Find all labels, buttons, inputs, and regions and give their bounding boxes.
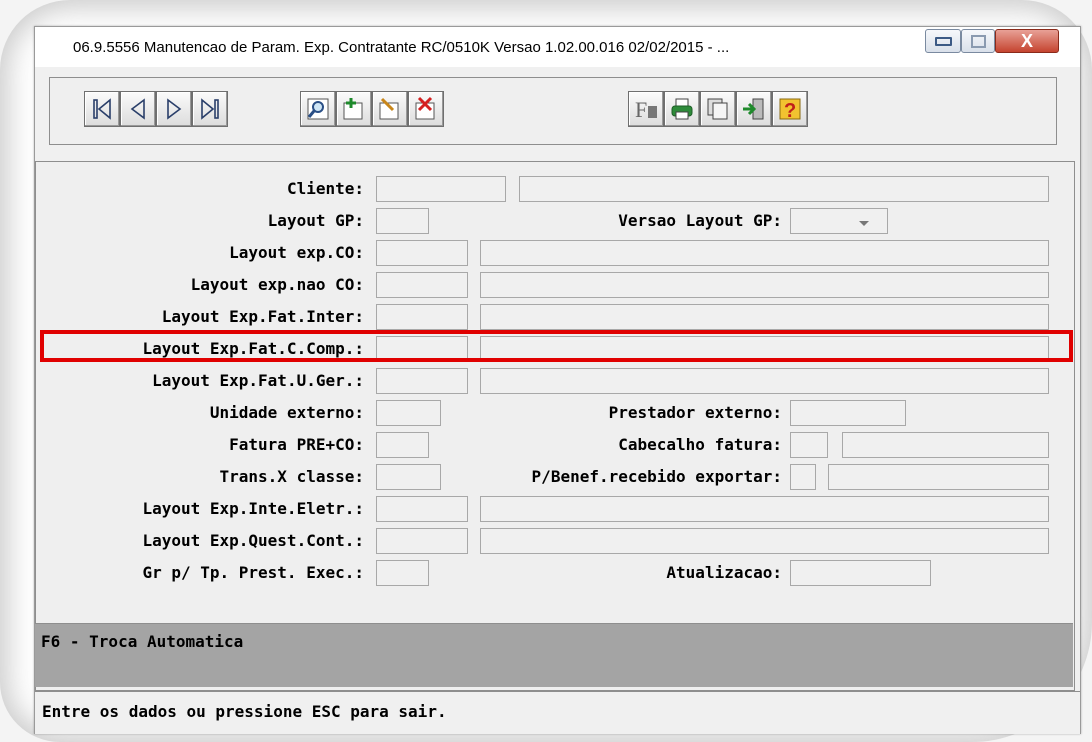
svg-text:?: ? xyxy=(784,100,796,122)
toolbar: F ? xyxy=(49,77,1057,145)
copy-button[interactable] xyxy=(700,91,736,127)
cabecalho-fatura-label: Cabecalho fatura: xyxy=(618,435,782,454)
layout-gp-label: Layout GP: xyxy=(267,211,364,230)
parameters-form: Cliente: Layout GP: Versao Layout GP: La… xyxy=(35,161,1075,691)
f6-hint: F6 - Troca Automatica xyxy=(41,632,244,651)
highlight-box xyxy=(40,330,1073,362)
close-icon: X xyxy=(1020,31,1033,51)
last-record-button[interactable] xyxy=(192,91,228,127)
minimize-button[interactable] xyxy=(925,29,961,53)
previous-record-icon xyxy=(130,98,145,120)
layout-exp-inte-eletr-code-field[interactable] xyxy=(376,496,468,522)
print-icon xyxy=(671,98,693,120)
first-record-button[interactable] xyxy=(84,91,120,127)
last-record-icon xyxy=(201,98,219,120)
first-record-icon xyxy=(93,98,111,120)
maximize-icon xyxy=(970,34,986,48)
layout-exp-nao-co-desc-field[interactable] xyxy=(480,272,1049,298)
prestador-externo-field[interactable] xyxy=(790,400,906,426)
layout-exp-fat-u-ger-desc-field[interactable] xyxy=(480,368,1049,394)
layout-exp-co-code-field[interactable] xyxy=(376,240,468,266)
maximize-button[interactable] xyxy=(961,29,995,53)
layout-gp-field[interactable] xyxy=(376,208,429,234)
versao-layout-gp-label: Versao Layout GP: xyxy=(618,211,782,230)
minimize-icon xyxy=(934,36,952,46)
status-message: Entre os dados ou pressione ESC para sai… xyxy=(42,702,447,721)
p-benef-recebido-exportar-desc-field[interactable] xyxy=(828,464,1049,490)
function-key-bar: F6 - Troca Automatica xyxy=(35,623,1073,687)
status-bar: Entre os dados ou pressione ESC para sai… xyxy=(35,691,1080,734)
trans-x-classe-label: Trans.X classe: xyxy=(219,467,365,486)
layout-exp-inte-eletr-label: Layout Exp.Inte.Eletr.: xyxy=(142,499,364,518)
close-button[interactable]: X xyxy=(995,29,1059,53)
exit-button[interactable] xyxy=(736,91,772,127)
layout-exp-inte-eletr-desc-field[interactable] xyxy=(480,496,1049,522)
layout-exp-fat-inter-desc-field[interactable] xyxy=(480,304,1049,330)
layout-exp-quest-cont-desc-field[interactable] xyxy=(480,528,1049,554)
fatura-pre-co-field[interactable] xyxy=(376,432,429,458)
layout-exp-quest-cont-code-field[interactable] xyxy=(376,528,468,554)
filter-icon: F xyxy=(635,97,657,122)
delete-record-icon xyxy=(415,96,435,120)
edit-record-icon xyxy=(379,97,399,120)
add-record-button[interactable] xyxy=(336,91,372,127)
versao-layout-gp-select[interactable] xyxy=(790,208,888,234)
cabecalho-fatura-code-field[interactable] xyxy=(790,432,828,458)
atualizacao-field[interactable] xyxy=(790,560,931,586)
layout-exp-fat-inter-label: Layout Exp.Fat.Inter: xyxy=(161,307,364,326)
cabecalho-fatura-desc-field[interactable] xyxy=(842,432,1049,458)
fatura-pre-co-label: Fatura PRE+CO: xyxy=(229,435,364,454)
cliente-name-field[interactable] xyxy=(519,176,1049,202)
p-benef-recebido-exportar-field[interactable] xyxy=(790,464,816,490)
search-icon xyxy=(307,98,329,120)
gr-tp-prest-exec-label: Gr p/ Tp. Prest. Exec.: xyxy=(142,563,364,582)
app-window: 06.9.5556 Manutencao de Param. Exp. Cont… xyxy=(34,26,1081,734)
layout-exp-fat-inter-code-field[interactable] xyxy=(376,304,468,330)
print-button[interactable] xyxy=(664,91,700,127)
layout-exp-quest-cont-label: Layout Exp.Quest.Cont.: xyxy=(142,531,364,550)
unidade-externo-label: Unidade externo: xyxy=(209,403,364,422)
unidade-externo-field[interactable] xyxy=(376,400,441,426)
help-icon: ? xyxy=(779,98,801,122)
p-benef-recebido-exportar-label: P/Benef.recebido exportar: xyxy=(531,467,782,486)
layout-exp-co-label: Layout exp.CO: xyxy=(229,243,364,262)
svg-text:F: F xyxy=(635,97,647,122)
prestador-externo-label: Prestador externo: xyxy=(608,403,782,422)
window-title: 06.9.5556 Manutencao de Param. Exp. Cont… xyxy=(73,39,730,56)
filter-button[interactable]: F xyxy=(628,91,664,127)
next-record-button[interactable] xyxy=(156,91,192,127)
cliente-label: Cliente: xyxy=(286,179,364,198)
copy-icon xyxy=(707,98,728,120)
layout-exp-fat-u-ger-code-field[interactable] xyxy=(376,368,468,394)
chevron-down-icon xyxy=(859,221,869,226)
exit-icon xyxy=(743,98,764,120)
layout-exp-nao-co-code-field[interactable] xyxy=(376,272,468,298)
add-record-icon xyxy=(343,98,363,120)
help-button[interactable]: ? xyxy=(772,91,808,127)
atualizacao-label: Atualizacao: xyxy=(666,563,782,582)
gr-tp-prest-exec-field[interactable] xyxy=(376,560,429,586)
layout-exp-nao-co-label: Layout exp.nao CO: xyxy=(190,275,364,294)
cliente-code-field[interactable] xyxy=(376,176,506,202)
next-record-icon xyxy=(167,98,182,120)
previous-record-button[interactable] xyxy=(120,91,156,127)
delete-record-button[interactable] xyxy=(408,91,444,127)
edit-record-button[interactable] xyxy=(372,91,408,127)
layout-exp-fat-u-ger-label: Layout Exp.Fat.U.Ger.: xyxy=(152,371,364,390)
title-bar: 06.9.5556 Manutencao de Param. Exp. Cont… xyxy=(35,27,1080,67)
search-button[interactable] xyxy=(300,91,336,127)
layout-exp-co-desc-field[interactable] xyxy=(480,240,1049,266)
trans-x-classe-field[interactable] xyxy=(376,464,441,490)
